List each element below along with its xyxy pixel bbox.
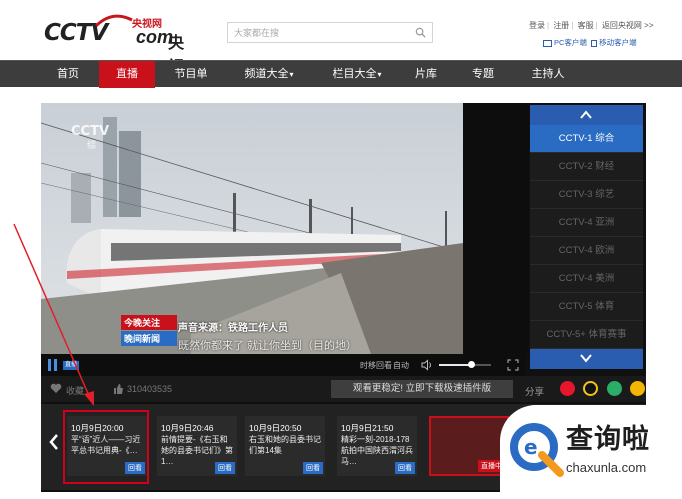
channel-scroll-down[interactable] — [530, 349, 643, 369]
channel-item-cctv3[interactable]: CCTV-3 综艺 — [530, 181, 643, 209]
wechat-icon[interactable] — [607, 381, 622, 396]
site-header: CCTV 央视网 com 央视 登录| 注册| 客服| 返回央视网 >> PC客… — [0, 0, 682, 76]
top-links: 登录 | 注册 | 客服 | 返回央视网 >> — [529, 21, 654, 30]
replay-badge: 回看 — [303, 462, 323, 474]
highlight-box — [63, 410, 149, 484]
volume-slider[interactable] — [439, 361, 491, 368]
program-title: 右玉和她的县委书记们第14集 — [249, 435, 321, 455]
video-scene: CCTV 综 高清 — [41, 103, 463, 354]
chevron-down-icon — [580, 354, 592, 363]
cctv-logo[interactable]: CCTV 央视网 com 央视 — [44, 14, 189, 76]
nav-item-library[interactable]: 片库 — [406, 61, 446, 88]
channel-item-cctv5plus[interactable]: CCTV-5+ 体育赛事 — [530, 321, 643, 349]
live-tag: 直播 — [63, 361, 79, 370]
subtitle-line: 既然你都来了 就让你坐到（目的地） — [178, 340, 358, 352]
volume-slider-fill — [439, 364, 472, 366]
nav-item-live[interactable]: 直播 — [99, 61, 155, 88]
pause-icon[interactable] — [48, 359, 58, 371]
program-card-live[interactable]: 直播中 — [429, 416, 509, 476]
login-link[interactable]: 登录 — [529, 21, 545, 30]
nav-label: 栏目大全 — [332, 68, 377, 80]
register-link[interactable]: 注册 — [553, 21, 569, 30]
svg-text:e: e — [524, 435, 538, 459]
nav-item-schedule[interactable]: 节目单 — [168, 61, 214, 88]
phone-icon — [591, 39, 598, 47]
weibo-icon[interactable] — [560, 381, 575, 396]
program-card[interactable]: 10月9日20:46 前情提要-《右玉和她的县委书记们》第1… 回看 — [157, 416, 237, 476]
like-count: 310403535 — [127, 384, 173, 394]
nav-label: 频道大全 — [244, 68, 289, 80]
channel-item-cctv1[interactable]: CCTV-1 综合 — [530, 125, 643, 153]
program-time: 10月9日21:50 — [341, 423, 394, 433]
nav-item-channels[interactable]: 频道大全▾ — [238, 61, 300, 88]
qzone-icon[interactable] — [630, 381, 645, 396]
fullscreen-icon[interactable] — [507, 359, 519, 371]
mobile-client-link[interactable]: 移动客户端 — [599, 38, 637, 47]
monitor-icon — [543, 39, 552, 47]
service-link[interactable]: 客服 — [578, 21, 594, 30]
replay-badge: 回看 — [395, 462, 415, 474]
nav-label: 首页 — [57, 68, 79, 80]
watermark-cn: 查询啦 — [566, 424, 650, 454]
channel-item-cctv4-america[interactable]: CCTV-4 美洲 — [530, 265, 643, 293]
video-side-padding — [463, 103, 529, 354]
download-plugin-button[interactable]: 观看更稳定! 立即下载极速插件版 — [331, 380, 513, 398]
logo-swoosh-icon — [94, 14, 133, 28]
chevron-down-icon: ▾ — [377, 70, 382, 79]
nav-label: 片库 — [415, 68, 437, 80]
chevron-up-icon — [580, 110, 592, 119]
heart-icon[interactable] — [50, 383, 62, 394]
video-frame[interactable]: CCTV 综 高清 今晚关注 晚间新闻 声音来源：铁路工作人员 既然你都来了 就… — [41, 103, 463, 354]
qq-icon[interactable] — [583, 381, 598, 396]
nav-label: 专题 — [472, 68, 494, 80]
watermark-en: chaxunla.com — [566, 460, 647, 475]
nav-item-hosts[interactable]: 主持人 — [524, 61, 572, 88]
timeshift-button[interactable]: 时移回看 — [360, 360, 392, 371]
channel-item-cctv4-asia[interactable]: CCTV-4 亚洲 — [530, 209, 643, 237]
favorite-label[interactable]: 收藏 — [66, 384, 84, 397]
thumbs-up-icon[interactable] — [113, 383, 124, 395]
main-nav: 首页 直播 节目单 频道大全▾ 栏目大全▾ 片库 专题 主持人 — [0, 60, 682, 88]
nav-label: 直播 — [116, 68, 138, 80]
nav-item-columns[interactable]: 栏目大全▾ — [326, 61, 388, 88]
back-to-cntv-link[interactable]: 返回央视网 >> — [602, 21, 654, 30]
chevron-down-icon: ▾ — [289, 70, 294, 79]
social-bar: 收藏 310403535 观看更稳定! 立即下载极速插件版 分享 — [41, 376, 646, 402]
search-input[interactable] — [228, 23, 408, 43]
channel-list: CCTV-1 综合 CCTV-2 财经 CCTV-3 综艺 CCTV-4 亚洲 … — [530, 105, 643, 373]
show-badge: 今晚关注 晚间新闻 — [121, 315, 177, 349]
quality-auto-button[interactable]: 自动 — [393, 360, 409, 371]
volume-icon[interactable] — [421, 359, 433, 371]
chevron-left-icon[interactable] — [49, 434, 59, 450]
share-label: 分享 — [525, 387, 545, 398]
show-badge-bottom: 晚间新闻 — [121, 331, 177, 346]
program-time: 10月9日20:50 — [249, 423, 302, 433]
program-card[interactable]: 10月9日20:50 右玉和她的县委书记们第14集 回看 — [245, 416, 325, 476]
nav-item-home[interactable]: 首页 — [48, 61, 88, 88]
program-card[interactable]: 10月9日21:50 精彩一刻-2018-178航拍中国陕西渭河兵马… 回看 — [337, 416, 417, 476]
nav-label: 节目单 — [174, 68, 208, 80]
channel-logo-text: CCTV — [71, 124, 109, 139]
watermark: e 查询啦 chaxunla.com — [500, 405, 682, 499]
channel-scroll-up[interactable] — [530, 105, 643, 125]
nav-label: 主持人 — [531, 68, 565, 80]
program-time: 10月9日20:46 — [161, 423, 214, 433]
channel-item-cctv5[interactable]: CCTV-5 体育 — [530, 293, 643, 321]
player-control-bar: 直播 时移回看 自动 — [41, 354, 526, 376]
channel-sub-text: 综 — [87, 139, 96, 151]
volume-slider-knob[interactable] — [468, 361, 476, 368]
pc-client-link[interactable]: PC客户端 — [554, 38, 587, 47]
channel-item-cctv4-europe[interactable]: CCTV-4 欧洲 — [530, 237, 643, 265]
channel-item-cctv2[interactable]: CCTV-2 财经 — [530, 153, 643, 181]
show-badge-top: 今晚关注 — [121, 315, 177, 330]
replay-badge: 回看 — [215, 462, 235, 474]
subtitle-speaker: 声音来源：铁路工作人员 — [178, 323, 288, 334]
search-icon[interactable] — [415, 27, 426, 38]
client-links: PC客户端 移动客户端 — [543, 37, 637, 48]
search-box — [227, 22, 433, 43]
watermark-logo-icon: e — [510, 423, 564, 477]
nav-item-topics[interactable]: 专题 — [463, 61, 503, 88]
